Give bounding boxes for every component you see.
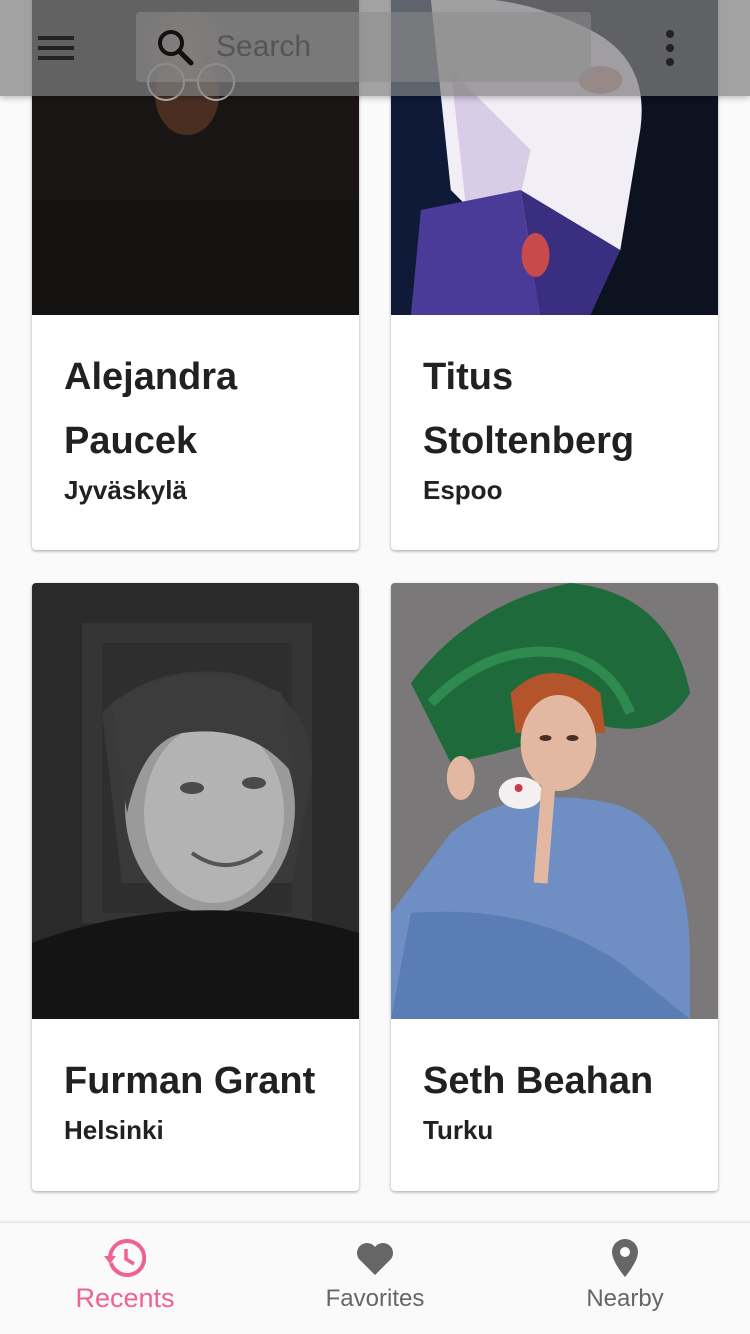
nav-item-favorites[interactable]: Favorites [250,1223,500,1334]
more-vertical-icon[interactable] [652,26,688,70]
person-photo [391,583,718,1019]
person-city: Jyväskylä [64,475,187,505]
search-bar[interactable] [136,12,591,82]
person-name: Seth Beahan [423,1060,654,1102]
person-photo [32,583,359,1019]
top-app-bar [0,0,750,96]
nav-label-favorites: Favorites [325,1285,425,1312]
nav-label-recents: Recents [75,1283,175,1313]
history-icon [104,1237,147,1279]
person-card[interactable]: Seth Beahan Turku [391,583,718,1191]
search-input[interactable] [216,22,576,72]
hamburger-menu-icon[interactable] [30,26,82,70]
search-icon [154,26,196,68]
bottom-navigation: Recents Favorites Nearby [0,1222,750,1334]
nav-item-nearby[interactable]: Nearby [500,1223,750,1334]
location-pin-icon [604,1237,646,1279]
person-card[interactable]: Furman Grant Helsinki [32,583,359,1191]
person-name: Furman Grant [64,1060,316,1102]
heart-icon [354,1237,396,1279]
person-name: Alejandra Paucek [64,356,238,462]
person-city: Turku [423,1115,494,1145]
person-city: Espoo [423,475,503,505]
app-screen: Alejandra Paucek Jyväskylä Titus Stolten… [0,0,750,1334]
nav-label-nearby: Nearby [586,1285,664,1312]
nav-item-recents[interactable]: Recents [0,1223,250,1334]
person-city: Helsinki [64,1115,164,1145]
person-name: Titus Stoltenberg [423,356,635,462]
